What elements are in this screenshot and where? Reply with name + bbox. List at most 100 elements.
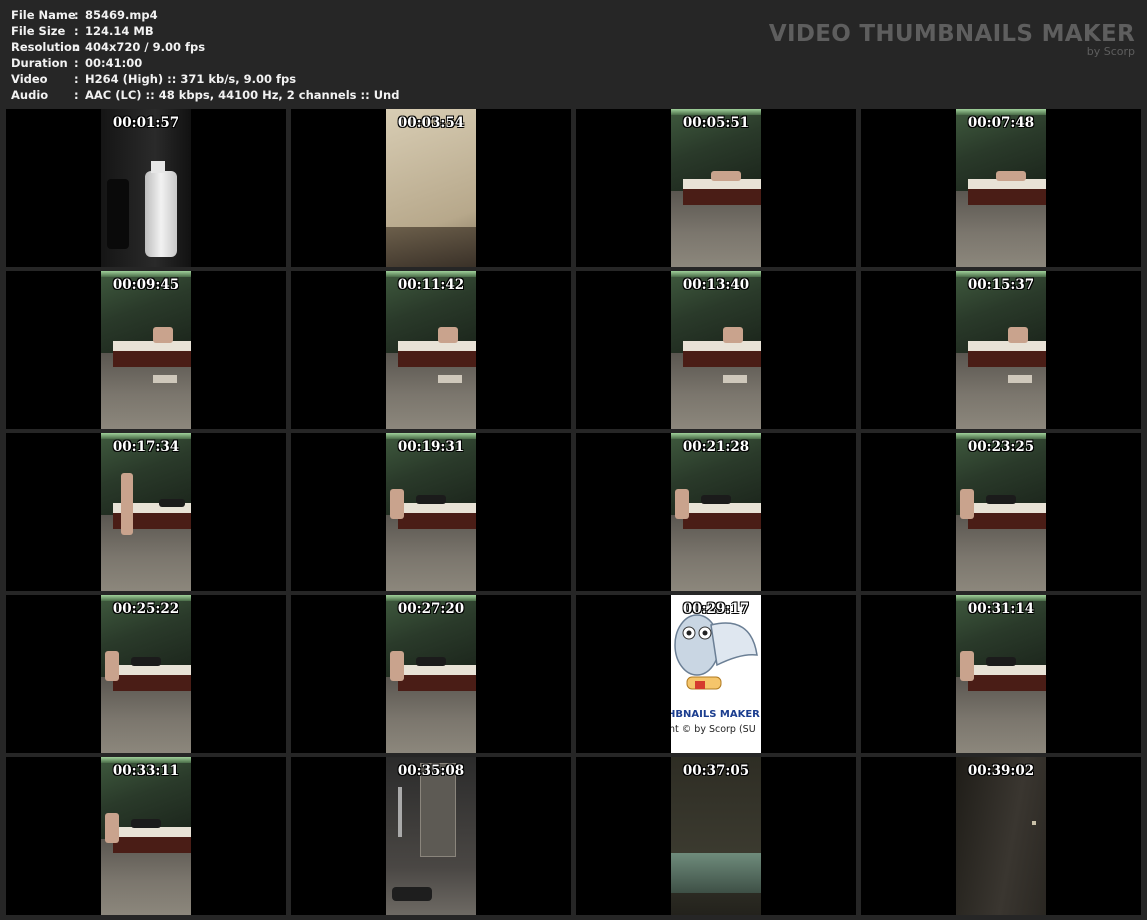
frame-image xyxy=(386,757,476,915)
frame-image xyxy=(386,433,476,591)
person-lying xyxy=(986,495,1016,504)
thumbnail: 00:39:02 xyxy=(861,757,1141,915)
thumbnail: 00:33:11 xyxy=(6,757,286,915)
floor-items xyxy=(438,375,462,383)
timestamp: 00:31:14 xyxy=(967,601,1035,617)
timestamp: 00:09:45 xyxy=(112,277,180,293)
bed-base xyxy=(398,351,476,367)
frame-image xyxy=(671,271,761,429)
bed-base xyxy=(968,351,1046,367)
frame-image xyxy=(956,109,1046,267)
frame-image xyxy=(956,433,1046,591)
thumbnail: 00:21:28 xyxy=(576,433,856,591)
timestamp: 00:15:37 xyxy=(967,277,1035,293)
thumbnail: 00:05:51 xyxy=(576,109,856,267)
bed-base xyxy=(113,675,191,691)
timestamp: 00:07:48 xyxy=(967,115,1035,131)
thumbnail: 00:19:31 xyxy=(291,433,571,591)
bed-base xyxy=(398,675,476,691)
bed-sheet xyxy=(968,665,1046,675)
brand-title: VIDEO THUMBNAILS MAKER xyxy=(768,21,1135,47)
bed-base xyxy=(683,351,761,367)
thumbnail: 00:31:14 xyxy=(861,595,1141,753)
bed-sheet xyxy=(683,341,761,351)
bed-sheet xyxy=(968,503,1046,513)
person xyxy=(960,651,974,681)
timestamp: 00:05:51 xyxy=(682,115,750,131)
timestamp: 00:35:08 xyxy=(397,763,465,779)
bed-base xyxy=(968,189,1046,205)
timestamp: 00:39:02 xyxy=(967,763,1035,779)
frame-image xyxy=(956,595,1046,753)
bed xyxy=(968,179,1046,205)
timestamp: 00:23:25 xyxy=(967,439,1035,455)
dark-edge xyxy=(386,227,476,267)
dark-wall xyxy=(956,757,1046,915)
thumbnail: 00:03:54 xyxy=(291,109,571,267)
person-lying xyxy=(416,657,446,666)
bed xyxy=(968,503,1046,529)
bed-base xyxy=(968,513,1046,529)
thumbnail: 00:23:25 xyxy=(861,433,1141,591)
person-lying xyxy=(131,819,161,828)
frame-image xyxy=(386,271,476,429)
bed-base xyxy=(113,837,191,853)
person-lying xyxy=(701,495,731,504)
thumbnail: 00:15:37 xyxy=(861,271,1141,429)
frame-image xyxy=(101,757,191,915)
person xyxy=(390,489,404,519)
frame-image xyxy=(956,271,1046,429)
shower-fixture xyxy=(398,787,402,837)
bed xyxy=(113,827,191,853)
bed xyxy=(683,179,761,205)
person-lying xyxy=(986,657,1016,666)
bed-sheet xyxy=(398,503,476,513)
bottle-pump xyxy=(151,161,165,173)
frame-image xyxy=(101,109,191,267)
bed xyxy=(398,503,476,529)
bed-sheet xyxy=(113,827,191,837)
timestamp: 00:25:22 xyxy=(112,601,180,617)
thumbnail: 00:09:45 xyxy=(6,271,286,429)
thumbnail: 00:07:48 xyxy=(861,109,1141,267)
bed-base xyxy=(398,513,476,529)
frame-image xyxy=(671,757,761,915)
frame-image xyxy=(956,757,1046,915)
thumbnail: 00:11:42 xyxy=(291,271,571,429)
person xyxy=(105,813,119,843)
bed xyxy=(968,665,1046,691)
person xyxy=(711,171,741,181)
frame-image xyxy=(101,433,191,591)
tub-edge xyxy=(671,853,761,893)
timestamp: 00:33:11 xyxy=(112,763,180,779)
floor-towel xyxy=(392,887,432,901)
thumbnail: 00:27:20 xyxy=(291,595,571,753)
bed-sheet xyxy=(398,665,476,675)
frame-image xyxy=(386,595,476,753)
thumbnail: 00:37:05 xyxy=(576,757,856,915)
bed-base xyxy=(683,513,761,529)
person xyxy=(960,489,974,519)
logo-text-line1: HBNAILS MAKER xyxy=(671,709,760,720)
person-lying xyxy=(159,499,185,507)
frame-image xyxy=(671,109,761,267)
bed xyxy=(398,341,476,367)
person xyxy=(438,327,458,343)
timestamp: 00:17:34 xyxy=(112,439,180,455)
person xyxy=(105,651,119,681)
bed xyxy=(968,341,1046,367)
timestamp: 00:13:40 xyxy=(682,277,750,293)
bed-sheet xyxy=(113,665,191,675)
bed xyxy=(683,503,761,529)
thumbnail: 00:17:34 xyxy=(6,433,286,591)
brand-logo: VIDEO THUMBNAILS MAKER by Scorp xyxy=(769,20,1135,58)
timestamp: 00:11:42 xyxy=(397,277,465,293)
floor-items xyxy=(153,375,177,383)
thumbnail: 00:01:57 xyxy=(6,109,286,267)
bed-sheet xyxy=(968,341,1046,351)
frame-image xyxy=(101,595,191,753)
person xyxy=(675,489,689,519)
info-header: File Name : 85469.mp4 File Size : 124.14… xyxy=(11,8,1135,102)
person-lying xyxy=(416,495,446,504)
person xyxy=(153,327,173,343)
